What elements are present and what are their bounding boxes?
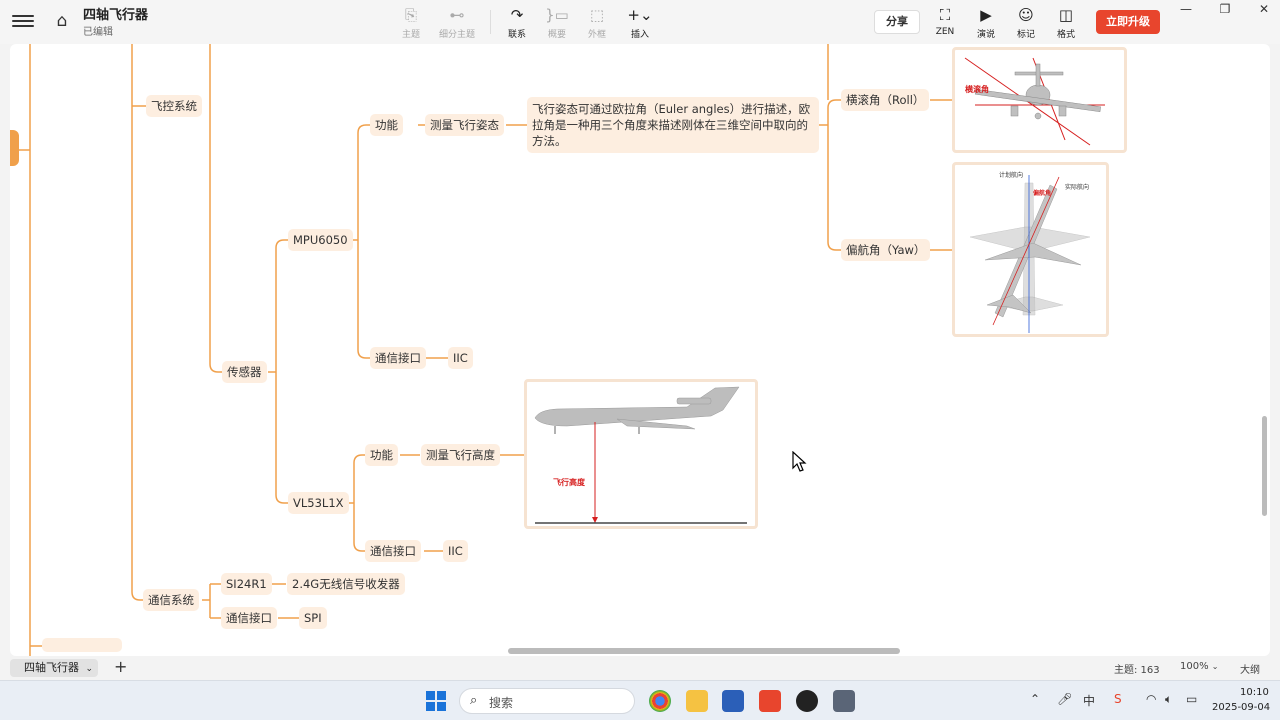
xmind-icon[interactable] [759, 690, 781, 712]
obs-icon[interactable] [796, 690, 818, 712]
word-icon[interactable] [722, 690, 744, 712]
close-icon[interactable]: ✕ [1254, 2, 1274, 16]
subtopic-icon: ⊷ [449, 6, 465, 24]
zoom-level[interactable]: 100% ⌄ [1180, 661, 1218, 672]
sheet-bar: 四轴飞行器 ⌄ + 主题: 163 100% ⌄ 大纲 [0, 656, 1280, 680]
node-euler-description[interactable]: 飞行姿态可通过欧拉角（Euler angles）进行描述，欧拉角是一种用三个角度… [527, 97, 819, 153]
chevron-down-icon: ⌄ [85, 664, 94, 674]
home-icon[interactable]: ⌂ [52, 11, 72, 31]
yaw-angle-label: 偏航角 [1033, 189, 1051, 197]
node-mpu-interface[interactable]: 通信接口 [370, 347, 426, 369]
microphone-icon[interactable]: 🎤︎ [1057, 692, 1072, 706]
taskbar-search-input[interactable]: ⌕ 搜索 [459, 688, 635, 714]
clock-date: 2025-09-04 [1212, 702, 1271, 713]
document-title: 四轴飞行器 [83, 8, 149, 23]
document-status: 已编辑 [83, 27, 113, 38]
topic-icon: ⎘ [404, 6, 417, 24]
roll-angle-image[interactable]: 横滚角 [952, 47, 1127, 153]
node-mpu6050[interactable]: MPU6050 [288, 229, 353, 251]
node-vl-function[interactable]: 功能 [365, 444, 398, 466]
clock-time: 10:10 [1240, 687, 1269, 698]
node-vl-interface[interactable]: 通信接口 [365, 540, 421, 562]
node-measure-height[interactable]: 测量飞行高度 [421, 444, 500, 466]
topic-button[interactable]: ⎘ 主题 [386, 6, 436, 40]
insert-button[interactable]: +⌄ 插入 [615, 6, 665, 40]
chevron-down-icon: ⌄ [1211, 662, 1219, 671]
height-image-label: 飞行高度 [553, 477, 586, 487]
plus-icon: +⌄ [627, 6, 653, 24]
node-measure-attitude[interactable]: 测量飞行姿态 [425, 114, 504, 136]
node-yaw[interactable]: 偏航角（Yaw） [841, 239, 931, 261]
yaw-angle-image[interactable]: 计划航向 偏航角 实际航向 [952, 162, 1109, 337]
node-mpu-iic[interactable]: IIC [448, 347, 473, 369]
panel-icon: ◫ [1058, 6, 1074, 24]
node-flight-control[interactable]: 飞控系统 [146, 95, 202, 117]
node-transceiver[interactable]: 2.4G无线信号收发器 [287, 573, 405, 595]
node-vl-iic[interactable]: IIC [443, 540, 468, 562]
height-airplane-diagram: 飞行高度 [534, 386, 747, 524]
battery-icon[interactable]: ▭ [1186, 692, 1197, 706]
mindmap-canvas[interactable]: 飞控系统 传感器 MPU6050 功能 测量飞行姿态 飞行姿态可通过欧拉角（Eu… [10, 44, 1270, 656]
yaw-airplane-diagram: 计划航向 偏航角 实际航向 [969, 171, 1091, 333]
flight-height-image[interactable]: 飞行高度 [524, 379, 758, 529]
node-vl53l1x[interactable]: VL53L1X [288, 492, 349, 514]
sheet-tab[interactable]: 四轴飞行器 ⌄ [10, 659, 98, 677]
subtopic-button[interactable]: ⊷ 细分主题 [432, 6, 482, 40]
input-method-icon[interactable]: 中 [1083, 692, 1095, 709]
node-comm-system[interactable]: 通信系统 [143, 589, 199, 611]
share-button[interactable]: 分享 [874, 10, 920, 34]
topic-count: 主题: 163 [1114, 665, 1160, 676]
title-toolbar: ⌂ 四轴飞行器 已编辑 ⎘ 主题 ⊷ 细分主题 ↷ 联系 }▭ 概要 ⬚ 外框 … [0, 0, 1280, 44]
camera-icon[interactable] [833, 690, 855, 712]
minimize-icon[interactable]: — [1176, 2, 1196, 16]
node-spi[interactable]: SPI [299, 607, 327, 629]
node-si24r1[interactable]: SI24R1 [221, 573, 272, 595]
chrome-icon[interactable] [649, 690, 671, 712]
roll-image-label: 横滚角 [965, 84, 989, 94]
vertical-scrollbar[interactable] [1262, 416, 1267, 516]
mouse-cursor-icon [792, 451, 807, 472]
menu-icon[interactable] [12, 12, 34, 32]
search-icon: ⌕ [470, 693, 478, 708]
horizontal-scrollbar[interactable] [508, 648, 900, 654]
windows-start-icon[interactable] [426, 691, 446, 711]
node-collapsed-partial[interactable] [42, 638, 122, 652]
format-button[interactable]: ◫ 格式 [1041, 6, 1091, 40]
windows-taskbar: ⌕ 搜索 ⌃ 🎤︎ 中 S ◠ 🔈︎ ▭ 10:10 2025-09-04 [0, 680, 1280, 720]
volume-icon[interactable]: 🔈︎ [1165, 692, 1172, 707]
wifi-icon[interactable]: ◠ [1146, 692, 1156, 706]
add-sheet-icon[interactable]: + [114, 657, 127, 676]
roll-airplane-diagram: 横滚角 [964, 57, 1105, 146]
upgrade-button[interactable]: 立即升级 [1096, 10, 1160, 34]
yaw-planned-label: 计划航向 [999, 171, 1023, 179]
restore-icon[interactable]: ❐ [1215, 2, 1235, 16]
node-roll[interactable]: 横滚角（Roll） [841, 89, 930, 111]
outline-button[interactable]: 大纲 [1240, 661, 1260, 676]
node-mpu-function[interactable]: 功能 [370, 114, 403, 136]
yaw-actual-label: 实际航向 [1065, 183, 1089, 191]
chevron-up-icon[interactable]: ⌃ [1030, 692, 1040, 706]
node-sensor[interactable]: 传感器 [222, 361, 267, 383]
file-explorer-icon[interactable] [686, 690, 708, 712]
node-comm-interface[interactable]: 通信接口 [221, 607, 277, 629]
wps-icon[interactable]: S [1114, 692, 1122, 706]
